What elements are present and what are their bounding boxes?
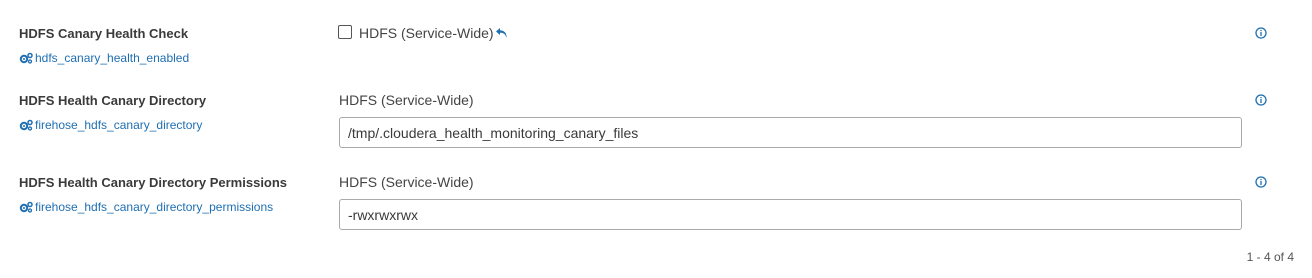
scope-label: HDFS (Service-Wide) — [339, 174, 474, 190]
canary-directory-permissions-input[interactable] — [339, 199, 1242, 230]
pagination-summary: 1 - 4 of 4 — [1246, 250, 1294, 264]
property-display-name: HDFS Health Canary Directory Permissions — [19, 175, 288, 190]
gear-icon — [19, 201, 33, 213]
property-key-text: firehose_hdfs_canary_directory_permissio… — [35, 200, 274, 214]
property-key-link[interactable]: firehose_hdfs_canary_directory_permissio… — [19, 200, 273, 214]
property-row-canary-directory-permissions: HDFS Health Canary Directory Permissions… — [0, 0, 1312, 240]
info-icon[interactable] — [1255, 176, 1267, 188]
